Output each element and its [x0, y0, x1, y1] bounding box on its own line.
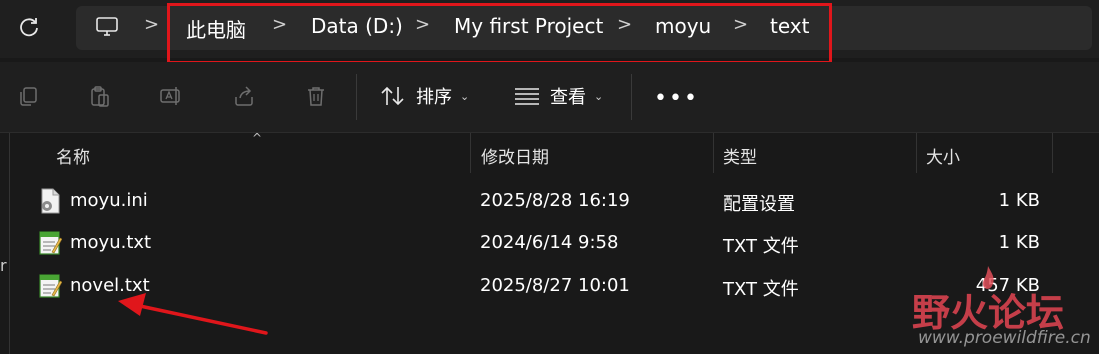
paste-button[interactable]: [86, 82, 114, 110]
column-header-size[interactable]: 大小: [926, 143, 960, 168]
column-header-date[interactable]: 修改日期: [481, 143, 549, 168]
file-type: 配置设置: [723, 194, 795, 215]
file-type: TXT 文件: [723, 279, 799, 300]
rename-button[interactable]: [158, 82, 186, 110]
file-name: novel.txt: [70, 275, 150, 296]
file-name: moyu.txt: [70, 232, 152, 253]
share-icon: [235, 86, 253, 106]
column-divider[interactable]: [916, 133, 917, 173]
column-header-type[interactable]: 类型: [723, 143, 757, 168]
file-date: 2025/8/27 10:01: [480, 275, 630, 296]
share-button[interactable]: [230, 82, 258, 110]
column-divider[interactable]: [713, 133, 714, 173]
file-size: 1 KB: [998, 190, 1040, 211]
toolbar-divider: [631, 74, 632, 120]
file-size: 1 KB: [998, 232, 1040, 253]
copy-button[interactable]: [14, 82, 42, 110]
file-date: 2025/8/28 16:19: [480, 190, 630, 211]
more-options-button[interactable]: •••: [654, 86, 699, 111]
sort-label: 排序: [416, 87, 452, 108]
paste-icon: [91, 86, 109, 107]
view-label: 查看: [550, 87, 586, 108]
highlight-box: [167, 3, 832, 64]
command-bar: 排序 ⌄ 查看 ⌄ •••: [0, 62, 1099, 133]
table-row[interactable]: moyu.ini 2025/8/28 16:19 配置设置 1 KB: [0, 182, 1099, 222]
file-date: 2024/6/14 9:58: [480, 232, 619, 253]
sort-icon: [381, 86, 404, 106]
column-divider[interactable]: [470, 133, 471, 173]
notepad-file-icon: [38, 230, 63, 256]
delete-button[interactable]: [302, 82, 330, 110]
table-row[interactable]: moyu.txt 2024/6/14 9:58 TXT 文件 1 KB: [0, 224, 1099, 264]
chevron-down-icon: ⌄: [594, 89, 604, 103]
column-header-name[interactable]: 名称: [56, 143, 90, 168]
view-list-icon: [515, 88, 539, 105]
file-type: TXT 文件: [723, 236, 799, 257]
this-pc-icon[interactable]: [92, 12, 122, 42]
view-button[interactable]: 查看 ⌄: [514, 80, 603, 112]
sort-button[interactable]: 排序 ⌄: [380, 80, 469, 112]
column-divider[interactable]: [1052, 133, 1053, 173]
watermark-url: www.proewildfire.cn: [918, 328, 1091, 348]
notepad-file-icon: [38, 273, 63, 299]
settings-file-icon: [38, 188, 62, 214]
chevron-down-icon: ⌄: [460, 89, 470, 103]
refresh-button[interactable]: [12, 10, 46, 44]
clipped-text-fragment: r: [0, 256, 7, 275]
file-name: moyu.ini: [70, 190, 148, 211]
breadcrumb-separator[interactable]: >: [144, 14, 159, 35]
column-headers: 名称 修改日期 类型 大小: [0, 133, 1099, 173]
copy-icon: [20, 87, 37, 106]
address-bar-area: > 此电脑 > Data (D:) > My first Project > m…: [0, 0, 1099, 64]
refresh-icon: [20, 18, 38, 37]
rename-icon: [160, 87, 180, 105]
trash-icon: [308, 87, 324, 106]
toolbar-divider: [356, 74, 357, 120]
